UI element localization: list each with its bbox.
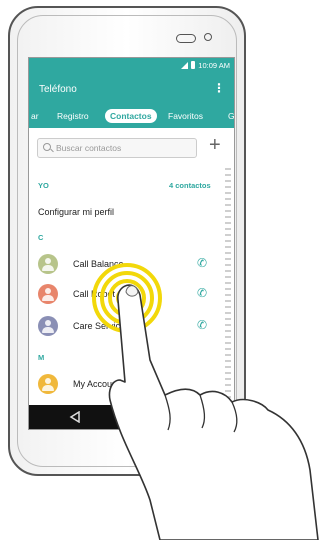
fingernail [125, 285, 139, 297]
hand-icon [108, 284, 319, 540]
tap-gesture-illustration [92, 263, 319, 540]
